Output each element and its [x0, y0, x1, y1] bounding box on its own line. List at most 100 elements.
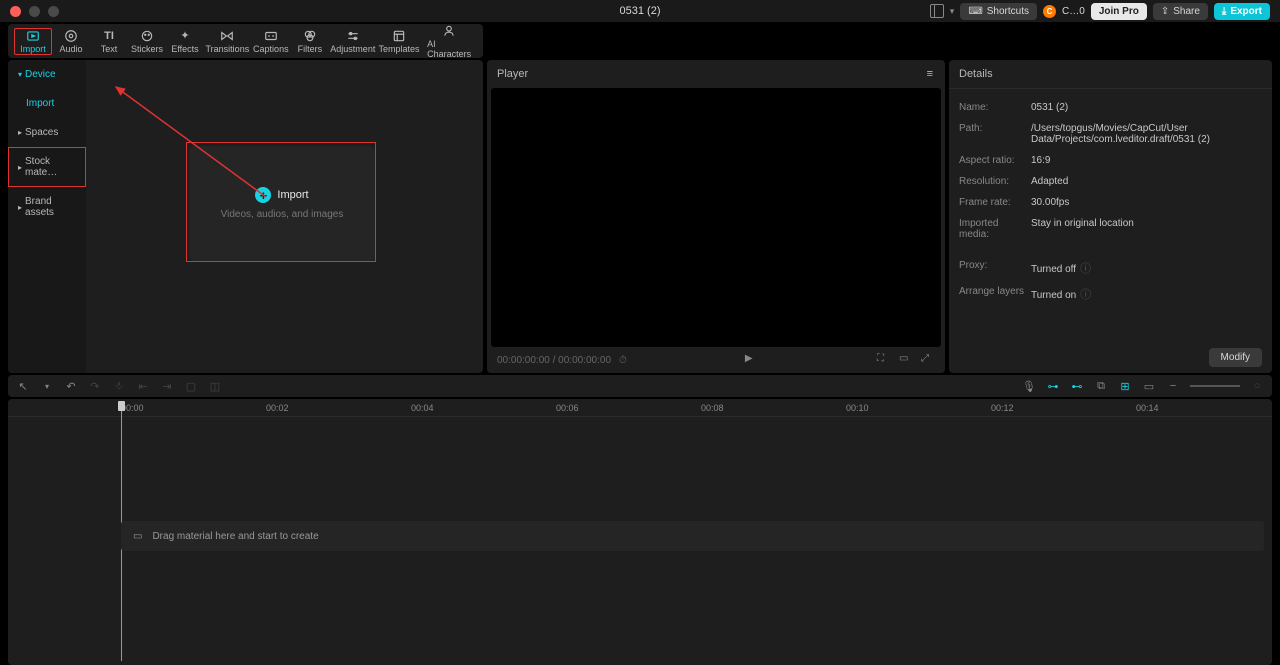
tab-adjustment[interactable]: Adjustment — [329, 27, 377, 56]
highlight-annotation — [186, 142, 376, 262]
layout-dropdown[interactable]: ▾ — [950, 6, 955, 17]
player-title: Player — [497, 68, 528, 80]
shortcuts-button[interactable]: ⌨ Shortcuts — [960, 3, 1037, 20]
audio-icon — [64, 29, 78, 43]
cursor-tool[interactable]: ↖ — [16, 379, 30, 393]
auto-snap-icon[interactable]: ⊷ — [1070, 379, 1084, 393]
ruler-tick: 00:04 — [411, 403, 434, 413]
detail-key-proxy: Proxy: — [959, 260, 1031, 276]
titlebar: 0531 (2) ▾ ⌨ Shortcuts C C…0 Join Pro ⇪ … — [0, 0, 1280, 22]
zoom-out-icon[interactable]: − — [1166, 379, 1180, 393]
close-window[interactable] — [10, 6, 21, 17]
split-button[interactable]: ⎀ — [112, 379, 126, 393]
timeline[interactable]: 00:00 00:02 00:04 00:06 00:08 00:10 00:1… — [8, 399, 1272, 665]
cover-icon[interactable]: ▭ — [1142, 379, 1156, 393]
fullscreen-icon[interactable]: ⤢ — [921, 353, 935, 367]
tab-captions[interactable]: Captions — [251, 27, 291, 56]
tab-captions-label: Captions — [253, 44, 289, 54]
user-avatar[interactable]: C — [1043, 5, 1056, 18]
player-viewport[interactable] — [491, 88, 941, 347]
detail-val-proxy: Turned off — [1031, 264, 1076, 275]
sidebar-item-stock-materials[interactable]: ▸Stock mate… — [8, 147, 86, 187]
player-time: 00:00:00:00 / 00:00:00:00 — [497, 355, 611, 366]
import-icon — [26, 29, 40, 43]
record-icon[interactable]: 🎙 — [1022, 379, 1036, 393]
track-icon: ▭ — [133, 531, 142, 542]
media-side-nav: ▾Device Import ▸Spaces ▸Stock mate… ▸Bra… — [8, 60, 86, 373]
focus-icon[interactable]: ⛶ — [877, 353, 891, 367]
sidebar-brand-label: Brand assets — [25, 196, 76, 218]
detail-key-resolution: Resolution: — [959, 176, 1031, 187]
sidebar-item-brand-assets[interactable]: ▸Brand assets — [8, 187, 86, 227]
player-menu-icon[interactable]: ≡ — [927, 68, 935, 80]
info-icon[interactable]: ⓘ — [1080, 263, 1091, 275]
tab-effects[interactable]: ✦ Effects — [166, 27, 204, 56]
transitions-icon — [220, 29, 234, 43]
detail-val-path: /Users/topgus/Movies/CapCut/User Data/Pr… — [1031, 123, 1262, 145]
redo-button[interactable]: ↷ — [88, 379, 102, 393]
main-area: ▾Device Import ▸Spaces ▸Stock mate… ▸Bra… — [0, 58, 1280, 373]
sidebar-item-import[interactable]: Import — [8, 89, 86, 118]
timeline-toolbar: ↖ ▾ ↶ ↷ ⎀ ⇤ ⇥ ▢ ◫ 🎙 ⊶ ⊷ ⧉ ⊞ ▭ − ○ — [8, 375, 1272, 397]
delete-button[interactable]: ▢ — [184, 379, 198, 393]
ratio-icon[interactable]: ▭ — [899, 353, 913, 367]
stickers-icon — [140, 29, 154, 43]
tab-transitions[interactable]: Transitions — [204, 27, 251, 56]
playback-speed-icon[interactable]: ⏱ — [619, 355, 627, 366]
main-track-magnet-icon[interactable]: ⊶ — [1046, 379, 1060, 393]
preview-axis-icon[interactable]: ⊞ — [1118, 379, 1132, 393]
tab-stickers[interactable]: Stickers — [128, 27, 166, 56]
play-button[interactable]: ▶ — [745, 353, 759, 367]
tab-text[interactable]: TI Text — [90, 27, 128, 56]
cursor-dropdown[interactable]: ▾ — [40, 379, 54, 393]
timeline-main-track[interactable]: ▭ Drag material here and start to create — [121, 521, 1264, 551]
zoom-slider[interactable] — [1190, 385, 1240, 387]
tab-import[interactable]: Import — [14, 28, 52, 55]
tab-audio[interactable]: Audio — [52, 27, 90, 56]
caret-icon: ▸ — [18, 203, 22, 212]
keyboard-icon: ⌨ — [968, 6, 982, 17]
undo-button[interactable]: ↶ — [64, 379, 78, 393]
minimize-window[interactable] — [29, 6, 40, 17]
tab-filters[interactable]: Filters — [291, 27, 329, 56]
info-icon[interactable]: ⓘ — [1080, 289, 1091, 301]
delete-right-button[interactable]: ⇥ — [160, 379, 174, 393]
sidebar-item-device[interactable]: ▾Device — [8, 60, 86, 89]
tab-import-label: Import — [20, 44, 46, 54]
shortcuts-label: Shortcuts — [987, 6, 1029, 17]
ruler-tick: 00:12 — [991, 403, 1014, 413]
tab-templates[interactable]: Templates — [377, 27, 422, 56]
sidebar-import-label: Import — [26, 98, 54, 109]
link-icon[interactable]: ⧉ — [1094, 379, 1108, 393]
share-label: Share — [1173, 6, 1200, 17]
export-button[interactable]: ⤓ Export — [1214, 3, 1270, 20]
layout-icon[interactable] — [930, 4, 944, 18]
timeline-ruler[interactable]: 00:00 00:02 00:04 00:06 00:08 00:10 00:1… — [8, 399, 1272, 417]
tab-ai-characters[interactable]: AI Characters — [421, 22, 477, 61]
sidebar-device-label: Device — [25, 69, 56, 80]
caret-icon: ▸ — [18, 128, 22, 137]
ruler-tick: 00:10 — [846, 403, 869, 413]
sidebar-item-spaces[interactable]: ▸Spaces — [8, 118, 86, 147]
zoom-in-icon[interactable]: ○ — [1250, 379, 1264, 393]
templates-icon — [392, 29, 406, 43]
caret-icon: ▾ — [18, 70, 22, 79]
join-pro-button[interactable]: Join Pro — [1091, 3, 1147, 20]
tab-adjustment-label: Adjustment — [330, 44, 375, 54]
drag-hint-label: Drag material here and start to create — [152, 531, 318, 542]
maximize-window[interactable] — [48, 6, 59, 17]
ruler-tick: 00:02 — [266, 403, 289, 413]
ruler-tick: 00:08 — [701, 403, 724, 413]
modify-button[interactable]: Modify — [1209, 348, 1262, 367]
media-content: + Import Videos, audios, and images — [86, 60, 483, 373]
delete-left-button[interactable]: ⇤ — [136, 379, 150, 393]
crop-button[interactable]: ◫ — [208, 379, 222, 393]
share-button[interactable]: ⇪ Share — [1153, 3, 1208, 20]
tab-stickers-label: Stickers — [131, 44, 163, 54]
details-body: Name:0531 (2) Path:/Users/topgus/Movies/… — [949, 89, 1272, 342]
project-title: 0531 (2) — [620, 5, 661, 17]
caret-icon: ▸ — [18, 163, 22, 172]
detail-val-framerate: 30.00fps — [1031, 197, 1262, 208]
media-panel: ▾Device Import ▸Spaces ▸Stock mate… ▸Bra… — [8, 60, 483, 373]
tab-transitions-label: Transitions — [206, 44, 250, 54]
